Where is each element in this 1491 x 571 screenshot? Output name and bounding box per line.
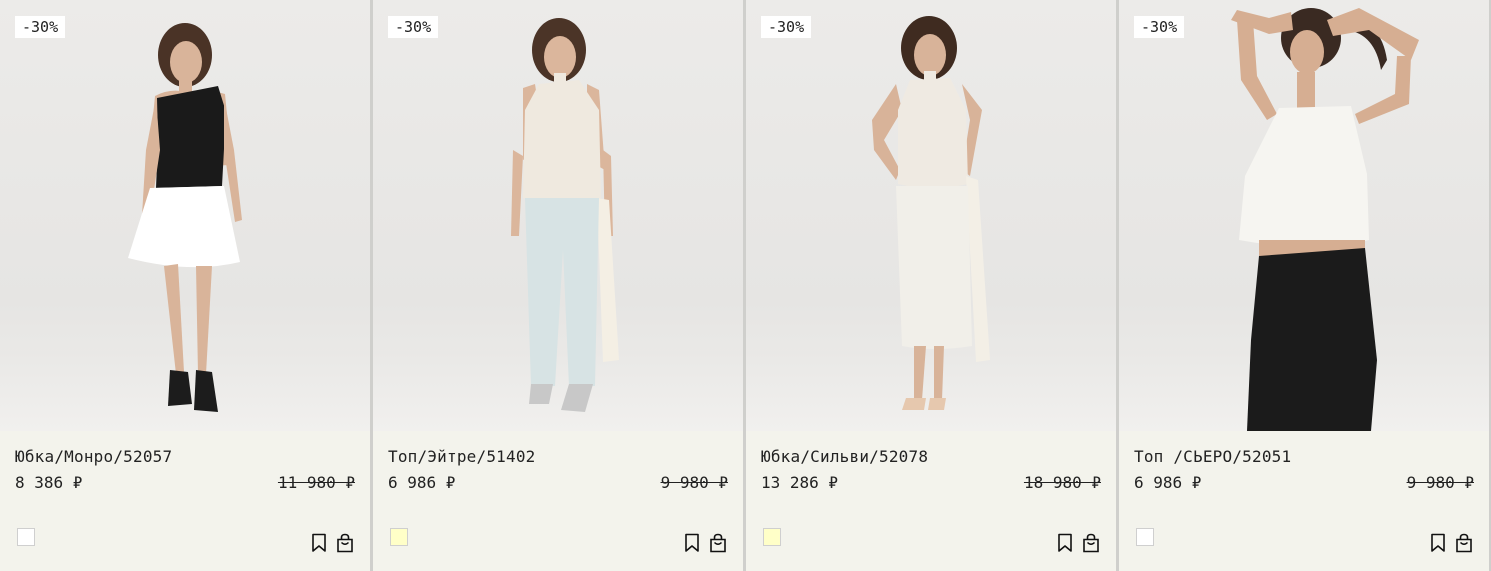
product-card[interactable]: -30% Топ /СЬЕРО/52051 6 986 ₽ 9 980 ₽ bbox=[1119, 0, 1489, 571]
model-figure bbox=[1231, 8, 1419, 431]
bookmark-icon[interactable] bbox=[310, 533, 328, 553]
product-actions bbox=[683, 533, 727, 553]
bookmark-icon[interactable] bbox=[683, 533, 701, 553]
product-info: Топ/Эйтре/51402 6 986 ₽ 9 980 ₽ bbox=[373, 431, 743, 571]
product-old-price: 11 980 ₽ bbox=[277, 473, 355, 492]
product-card[interactable]: -30% Юбка/Сильви/52078 13 286 ₽ 18 980 ₽ bbox=[746, 0, 1116, 571]
product-name[interactable]: Юбка/Монро/52057 bbox=[15, 447, 172, 466]
product-old-price: 18 980 ₽ bbox=[1023, 473, 1101, 492]
product-price: 6 986 ₽ bbox=[388, 473, 456, 492]
shopping-bag-icon[interactable] bbox=[709, 533, 727, 553]
discount-badge: -30% bbox=[388, 16, 439, 38]
product-photo[interactable]: -30% bbox=[1119, 0, 1489, 431]
product-info: Юбка/Монро/52057 8 386 ₽ 11 980 ₽ bbox=[0, 431, 370, 571]
bookmark-icon[interactable] bbox=[1056, 533, 1074, 553]
shopping-bag-icon[interactable] bbox=[1082, 533, 1100, 553]
model-figure bbox=[128, 23, 242, 412]
shopping-bag-icon[interactable] bbox=[1455, 533, 1473, 553]
product-actions bbox=[310, 533, 354, 553]
product-info: Юбка/Сильви/52078 13 286 ₽ 18 980 ₽ bbox=[746, 431, 1116, 571]
product-photo[interactable]: -30% bbox=[373, 0, 743, 431]
product-name[interactable]: Топ/Эйтре/51402 bbox=[388, 447, 536, 466]
color-swatch[interactable] bbox=[763, 528, 781, 546]
product-actions bbox=[1056, 533, 1100, 553]
product-photo[interactable]: -30% bbox=[746, 0, 1116, 431]
discount-badge: -30% bbox=[15, 16, 66, 38]
product-card[interactable]: -30% Юбка/Монро/52057 8 386 ₽ 11 980 ₽ bbox=[0, 0, 370, 571]
color-swatch[interactable] bbox=[1136, 528, 1154, 546]
product-old-price: 9 980 ₽ bbox=[660, 473, 728, 492]
product-price: 6 986 ₽ bbox=[1134, 473, 1202, 492]
product-name[interactable]: Топ /СЬЕРО/52051 bbox=[1134, 447, 1291, 466]
discount-badge: -30% bbox=[1134, 16, 1185, 38]
model-figure bbox=[511, 18, 619, 412]
discount-badge: -30% bbox=[761, 16, 812, 38]
product-name[interactable]: Юбка/Сильви/52078 bbox=[761, 447, 928, 466]
product-price: 13 286 ₽ bbox=[761, 473, 839, 492]
product-card[interactable]: -30% Топ/Эйтре/51402 6 986 ₽ 9 980 ₽ bbox=[373, 0, 743, 571]
product-photo[interactable]: -30% bbox=[0, 0, 370, 431]
product-old-price: 9 980 ₽ bbox=[1406, 473, 1474, 492]
bookmark-icon[interactable] bbox=[1429, 533, 1447, 553]
shopping-bag-icon[interactable] bbox=[336, 533, 354, 553]
product-grid: -30% Юбка/Монро/52057 8 386 ₽ 11 980 ₽ -… bbox=[0, 0, 1491, 571]
model-figure bbox=[872, 16, 990, 410]
product-info: Топ /СЬЕРО/52051 6 986 ₽ 9 980 ₽ bbox=[1119, 431, 1489, 571]
color-swatch[interactable] bbox=[17, 528, 35, 546]
product-actions bbox=[1429, 533, 1473, 553]
product-price: 8 386 ₽ bbox=[15, 473, 83, 492]
color-swatch[interactable] bbox=[390, 528, 408, 546]
